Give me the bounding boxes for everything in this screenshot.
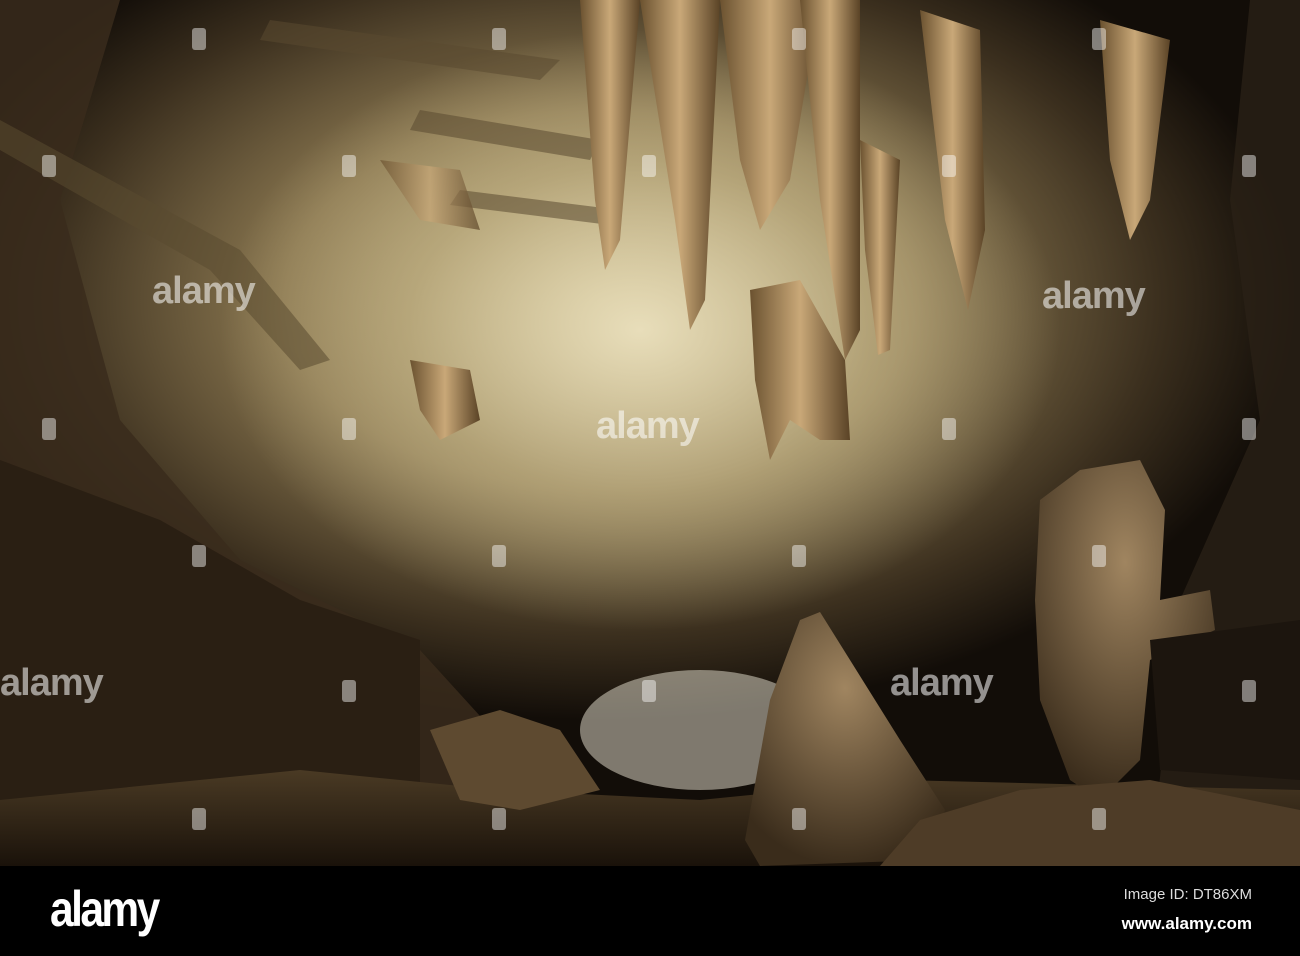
alamy-logo[interactable]: alamy — [50, 880, 160, 938]
watermark-logo: alamy — [890, 662, 994, 704]
watermark-mark — [1242, 155, 1256, 177]
watermark-mark — [792, 28, 806, 50]
watermark-mark — [1092, 545, 1106, 567]
footer-bar: alamy Image ID: DT86XM www.alamy.com — [0, 866, 1300, 956]
watermark-mark — [1242, 418, 1256, 440]
watermark-mark — [42, 155, 56, 177]
watermark-mark — [192, 808, 206, 830]
right-chamber — [1150, 620, 1300, 780]
watermark-mark — [942, 418, 956, 440]
watermark-logo: alamy — [152, 270, 256, 312]
watermark-mark — [792, 545, 806, 567]
image-id: Image ID: DT86XM — [1123, 886, 1252, 903]
watermark-mark — [1092, 28, 1106, 50]
watermark-mark — [642, 680, 656, 702]
watermark-mark — [192, 545, 206, 567]
watermark-mark — [1092, 808, 1106, 830]
watermark-mark — [492, 28, 506, 50]
watermark-mark — [342, 155, 356, 177]
watermark-mark — [492, 545, 506, 567]
watermark-logo: alamy — [0, 662, 104, 704]
watermark-mark — [642, 155, 656, 177]
watermark-mark — [42, 418, 56, 440]
watermark-logo: alamy — [596, 405, 700, 447]
site-url[interactable]: www.alamy.com — [1122, 914, 1252, 934]
watermark-mark — [342, 418, 356, 440]
watermark-mark — [942, 155, 956, 177]
watermark-mark — [342, 680, 356, 702]
cave-photo: alamy alamy alamy alamy alamy — [0, 0, 1300, 866]
watermark-mark — [792, 808, 806, 830]
watermark-logo: alamy — [1042, 275, 1146, 317]
watermark-mark — [192, 28, 206, 50]
watermark-mark — [492, 808, 506, 830]
watermark-mark — [1242, 680, 1256, 702]
